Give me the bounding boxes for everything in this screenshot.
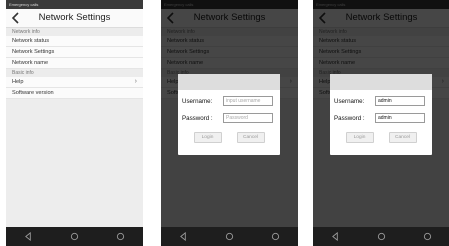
row-label: Network name (12, 60, 49, 66)
nav-bar (313, 227, 449, 246)
circle-home-icon[interactable] (377, 232, 386, 241)
login-dialog: Username: Password : Login Cancel (330, 74, 432, 155)
nav-bar (6, 227, 143, 246)
row-label: Help (12, 79, 24, 85)
dialog-header (178, 74, 280, 90)
row-help[interactable]: Help › (6, 77, 143, 88)
title-bar: Network Settings (6, 9, 143, 28)
page-title: Network Settings (38, 12, 111, 23)
username-input[interactable] (223, 96, 273, 106)
cancel-button[interactable]: Cancel (388, 132, 417, 143)
row-software-version[interactable]: Software version (6, 88, 143, 99)
empty-area (6, 99, 143, 239)
triangle-back-icon[interactable] (24, 232, 33, 241)
login-button[interactable]: Login (193, 132, 222, 143)
username-row: Username: (330, 95, 432, 107)
phone-screen-login-filled: Emergency calls Network Settings Network… (313, 0, 449, 246)
login-dialog: Username: Password : Login Cancel (178, 74, 280, 155)
row-network-settings[interactable]: Network Settings (6, 47, 143, 58)
row-network-name[interactable]: Network name (6, 58, 143, 69)
phone-screen-login-empty: Emergency calls Network Settings Network… (161, 0, 298, 246)
circle-recent-icon[interactable] (116, 232, 125, 241)
row-network-status[interactable]: Network status (6, 36, 143, 47)
login-button[interactable]: Login (345, 132, 374, 143)
dialog-header (330, 74, 432, 90)
username-input[interactable] (375, 96, 425, 106)
triangle-back-icon[interactable] (331, 232, 340, 241)
circle-recent-icon[interactable] (271, 232, 280, 241)
password-input[interactable] (223, 113, 273, 123)
username-label: Username: (182, 97, 213, 105)
triangle-back-icon[interactable] (179, 232, 188, 241)
username-row: Username: (178, 95, 280, 107)
row-label: Network status (12, 38, 49, 44)
status-bar: Emergency calls (6, 0, 143, 9)
cancel-button[interactable]: Cancel (236, 132, 265, 143)
password-row: Password : (178, 112, 280, 124)
dialog-buttons: Login Cancel (178, 132, 280, 143)
row-label: Software version (12, 90, 54, 96)
section-basic-info: Basic info (6, 69, 143, 77)
dialog-buttons: Login Cancel (330, 132, 432, 143)
chevron-right-icon: › (134, 78, 137, 85)
phone-screen-settings: Emergency calls Network Settings Network… (6, 0, 143, 246)
status-left-text: Emergency calls (9, 2, 39, 7)
section-network-info: Network info (6, 28, 143, 36)
circle-home-icon[interactable] (70, 232, 79, 241)
password-label: Password : (182, 114, 213, 122)
username-label: Username: (334, 97, 365, 105)
circle-home-icon[interactable] (225, 232, 234, 241)
password-input[interactable] (375, 113, 425, 123)
circle-recent-icon[interactable] (423, 232, 432, 241)
row-label: Network Settings (12, 49, 55, 55)
settings-list: Network info Network status Network Sett… (6, 28, 143, 239)
password-row: Password : (330, 112, 432, 124)
nav-bar (161, 227, 298, 246)
password-label: Password : (334, 114, 365, 122)
